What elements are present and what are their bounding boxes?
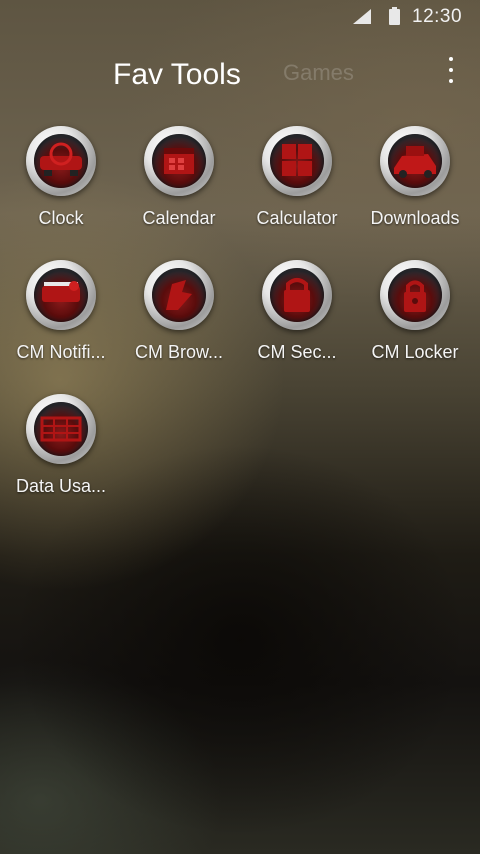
app-cm-security[interactable]: CM Sec... — [238, 260, 356, 370]
app-label: Calculator — [256, 208, 338, 228]
app-label: CM Locker — [371, 342, 459, 362]
app-label: Calendar — [142, 208, 216, 228]
browser-icon — [144, 260, 214, 330]
clock-icon — [26, 126, 96, 196]
app-cm-locker[interactable]: CM Locker — [356, 260, 474, 370]
calendar-icon — [144, 126, 214, 196]
app-downloads[interactable]: Downloads — [356, 126, 474, 236]
more-vert-icon[interactable] — [436, 54, 466, 88]
lock-icon — [380, 260, 450, 330]
app-data-usage[interactable]: Data Usa... — [2, 394, 120, 504]
downloads-icon — [380, 126, 450, 196]
app-label: CM Sec... — [257, 342, 337, 362]
app-label: Data Usa... — [15, 476, 107, 496]
app-label: CM Brow... — [134, 342, 223, 362]
app-label: Clock — [38, 208, 84, 228]
data-usage-icon — [26, 394, 96, 464]
calculator-icon — [262, 126, 332, 196]
app-calculator[interactable]: Calculator — [238, 126, 356, 236]
signal-icon — [353, 9, 371, 24]
battery-icon — [389, 7, 400, 25]
tab-fav-tools[interactable]: Fav Tools — [113, 58, 241, 92]
app-cm-notifications[interactable]: CM Notifi... — [2, 260, 120, 370]
app-calendar[interactable]: Calendar — [120, 126, 238, 236]
app-cm-browser[interactable]: CM Brow... — [120, 260, 238, 370]
notification-icon — [26, 260, 96, 330]
app-label: CM Notifi... — [16, 342, 106, 362]
app-clock[interactable]: Clock — [2, 126, 120, 236]
tab-bar: Fav Tools Games — [0, 50, 480, 104]
status-bar: 12:30 — [0, 0, 480, 34]
tab-games[interactable]: Games — [283, 60, 354, 86]
security-icon — [262, 260, 332, 330]
status-time: 12:30 — [412, 6, 463, 27]
app-label: Downloads — [370, 208, 460, 228]
